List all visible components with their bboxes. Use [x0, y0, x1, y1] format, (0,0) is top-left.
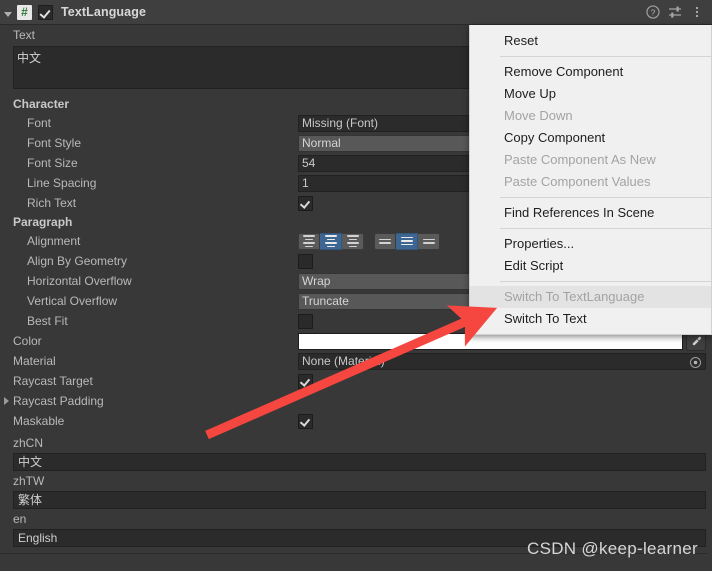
vertical-alignment-group — [374, 232, 440, 250]
menu-separator — [500, 281, 711, 282]
component-title: TextLanguage — [61, 5, 147, 19]
raycast-padding-foldout-icon[interactable] — [4, 397, 9, 405]
maskable-label: Maskable — [13, 414, 65, 428]
font-label: Font — [27, 116, 52, 130]
preset-icon[interactable] — [668, 5, 682, 19]
align-left-button[interactable] — [298, 232, 320, 250]
zhtw-input[interactable]: 繁体 — [13, 491, 706, 509]
more-menu-icon[interactable] — [690, 5, 704, 19]
row-material: Material None (Material) — [0, 351, 706, 371]
menu-separator — [500, 228, 711, 229]
en-label: en — [13, 512, 27, 526]
zhcn-label: zhCN — [13, 436, 44, 450]
graphic-section: Color Material None (Material) Raycast T… — [0, 331, 712, 431]
align-top-button[interactable] — [374, 232, 396, 250]
row-raycast-padding: Raycast Padding — [0, 391, 706, 411]
component-header[interactable]: # TextLanguage ? — [0, 0, 712, 25]
component-context-menu: Reset Remove Component Move Up Move Down… — [469, 25, 712, 335]
language-fields: zhCN 中文 zhTW 繁体 en English — [0, 433, 712, 554]
menu-item-edit-script[interactable]: Edit Script — [470, 255, 711, 277]
menu-item-switch-to-textlanguage: Switch To TextLanguage — [470, 286, 711, 308]
menu-item-move-down: Move Down — [504, 108, 573, 123]
horizontal-overflow-label: Horizontal Overflow — [27, 274, 132, 288]
menu-separator — [500, 197, 711, 198]
align-by-geometry-label: Align By Geometry — [27, 254, 128, 268]
menu-item-reset[interactable]: Reset — [470, 30, 711, 52]
svg-text:?: ? — [651, 7, 656, 17]
font-style-label: Font Style — [27, 136, 82, 150]
menu-item-remove-component[interactable]: Remove Component — [470, 61, 711, 83]
align-center-button[interactable] — [320, 232, 342, 250]
best-fit-label: Best Fit — [27, 314, 68, 328]
horizontal-alignment-group — [298, 232, 364, 250]
align-middle-button[interactable] — [396, 232, 418, 250]
component-header-icons: ? — [646, 5, 708, 19]
menu-separator — [500, 56, 711, 57]
color-label: Color — [13, 334, 42, 348]
align-right-button[interactable] — [342, 232, 364, 250]
help-icon[interactable]: ? — [646, 5, 660, 19]
component-enabled-checkbox[interactable] — [38, 4, 53, 20]
alignment-label: Alignment — [27, 234, 81, 248]
material-value: None (Material) — [302, 354, 385, 368]
zhcn-input[interactable]: 中文 — [13, 453, 706, 471]
menu-item-properties[interactable]: Properties... — [470, 233, 711, 255]
vertical-overflow-label: Vertical Overflow — [27, 294, 118, 308]
font-size-label: Font Size — [27, 156, 78, 170]
zhtw-label: zhTW — [13, 474, 45, 488]
color-swatch[interactable] — [298, 332, 683, 350]
row-maskable: Maskable — [0, 411, 706, 431]
watermark-text: CSDN @keep-learner — [527, 539, 698, 558]
row-raycast-target: Raycast Target — [0, 371, 706, 391]
menu-item-find-references-in-scene[interactable]: Find References In Scene — [470, 202, 711, 224]
component-foldout-icon[interactable] — [3, 6, 16, 19]
menu-item-switch-to-text[interactable]: Switch To Text — [470, 308, 711, 330]
best-fit-checkbox[interactable] — [298, 313, 313, 329]
maskable-checkbox[interactable] — [298, 413, 313, 429]
raycast-padding-label: Raycast Padding — [13, 394, 104, 408]
menu-item-paste-component-as-new: Paste Component As New — [504, 152, 656, 167]
rich-text-checkbox[interactable] — [298, 195, 313, 211]
align-bottom-button[interactable] — [418, 232, 440, 250]
material-label: Material — [13, 354, 56, 368]
raycast-target-label: Raycast Target — [13, 374, 93, 388]
raycast-target-checkbox[interactable] — [298, 373, 313, 389]
object-picker-icon[interactable] — [688, 355, 703, 369]
menu-item-copy-component[interactable]: Copy Component — [470, 127, 711, 149]
menu-item-move-up[interactable]: Move Up — [470, 83, 711, 105]
line-spacing-label: Line Spacing — [27, 176, 97, 190]
material-object-field[interactable]: None (Material) — [298, 352, 706, 370]
menu-item-paste-component-values: Paste Component Values — [504, 174, 651, 189]
script-icon: # — [17, 4, 32, 20]
align-by-geometry-checkbox[interactable] — [298, 253, 313, 269]
rich-text-label: Rich Text — [27, 196, 77, 210]
